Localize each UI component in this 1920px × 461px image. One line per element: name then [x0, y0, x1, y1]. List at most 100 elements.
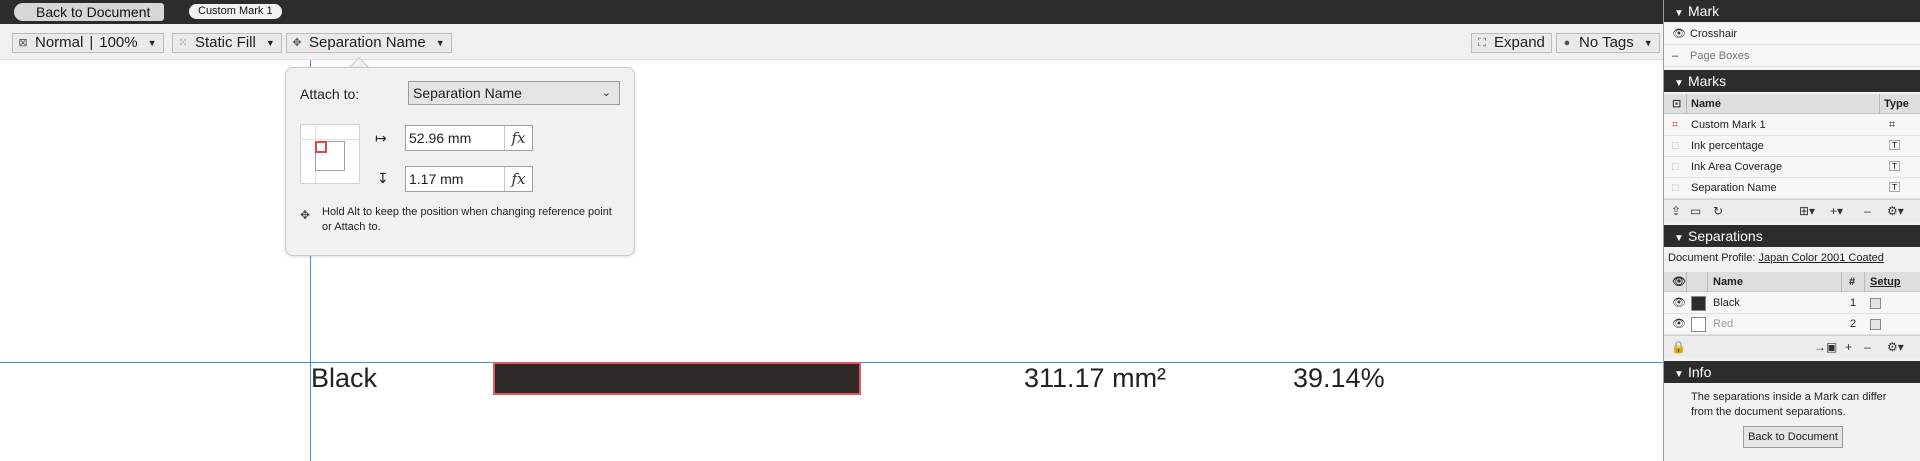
x-offset-value: 52.96 mm	[409, 130, 472, 146]
marks-toolbar: ⇪ ▭ ↻ ⊞▾ +▾ – ⚙▾	[1664, 199, 1920, 221]
hint-text: Hold Alt to keep the position when chang…	[322, 206, 612, 233]
separations-section-header[interactable]: ▼ Separations	[1664, 225, 1920, 247]
color-swatch	[1691, 317, 1706, 332]
chevron-down-icon: ▼	[265, 38, 275, 48]
select-all-icon[interactable]: ⊡	[1672, 94, 1681, 114]
mark-unselected-icon: □	[1672, 161, 1679, 173]
right-panel: ▼ Mark 👁 Crosshair – Page Boxes ▼ Marks ⊡ …	[1663, 0, 1920, 461]
mark-name: Separation Name	[1691, 182, 1777, 194]
fill-mode-dropdown[interactable]: ⁙ Static Fill ▼	[172, 33, 282, 53]
fill-mode-label: Static Fill	[195, 34, 256, 51]
column-divider	[1841, 272, 1842, 292]
separation-name: Red	[1713, 318, 1734, 330]
gear-icon[interactable]: ⚙▾	[1887, 200, 1904, 222]
ink-percentage-text[interactable]: 39.14%	[1293, 362, 1385, 395]
back-to-document-button[interactable]: Back to Document	[14, 3, 165, 21]
marks-name-column[interactable]: Name	[1691, 94, 1721, 114]
document-profile-link[interactable]: Japan Color 2001 Coated	[1759, 252, 1884, 264]
mark-selected-icon: ⌗	[1672, 119, 1679, 131]
gear-icon[interactable]: ⚙▾	[1887, 336, 1904, 358]
setup-checkbox[interactable]	[1870, 319, 1881, 330]
remove-icon[interactable]: –	[1864, 200, 1871, 222]
eye-icon[interactable]: 👁	[1672, 272, 1686, 292]
vertical-offset-icon: ↧	[377, 170, 389, 186]
eye-icon[interactable]: 👁	[1672, 314, 1686, 335]
mark-section-header[interactable]: ▼ Mark	[1664, 0, 1920, 22]
marks-row-ink-area-coverage[interactable]: □ Ink Area Coverage 🅃	[1664, 157, 1920, 178]
top-bar: Back to Document Custom Mark 1	[0, 0, 1663, 24]
sep-name-column[interactable]: Name	[1713, 272, 1743, 292]
expand-icon: ⛶	[1478, 37, 1486, 49]
add-mark-type-icon[interactable]: ⊞▾	[1799, 200, 1815, 222]
separations-header-label: Separations	[1688, 228, 1763, 244]
zoom-label: 100%	[99, 34, 138, 51]
info-back-to-document-button[interactable]: Back to Document	[1743, 426, 1843, 448]
refresh-icon[interactable]: ↻	[1713, 200, 1723, 222]
separation-number: 1	[1850, 297, 1857, 309]
marks-type-column[interactable]: Type	[1884, 94, 1909, 114]
move-icon: ✥	[300, 208, 311, 222]
attach-to-select[interactable]: Separation Name ⌄	[408, 81, 620, 105]
separation-name-text[interactable]: Black	[311, 362, 377, 395]
view-mode-icon: ⊠	[18, 37, 28, 49]
map-separation-icon[interactable]: →▣	[1814, 336, 1837, 358]
fx-icon[interactable]: fx	[504, 167, 532, 191]
eye-icon[interactable]: 👁	[1672, 24, 1686, 45]
mark-item-page-boxes[interactable]: – Page Boxes	[1664, 46, 1920, 67]
tags-dropdown[interactable]: ● No Tags ▼	[1556, 33, 1660, 53]
sep-setup-column[interactable]: Setup	[1870, 272, 1901, 292]
x-offset-field[interactable]: 52.96 mm fx	[405, 125, 533, 151]
document-profile: Document Profile: Japan Color 2001 Coate…	[1668, 252, 1884, 264]
marks-row-ink-percentage[interactable]: □ Ink percentage 🅃	[1664, 136, 1920, 157]
app-window: Back to Document Custom Mark 1 ⊠ Normal …	[0, 0, 1920, 461]
reference-point-handle[interactable]	[315, 141, 327, 153]
current-mark-pill[interactable]: Custom Mark 1	[189, 4, 282, 19]
separation-row-black[interactable]: 👁 Black 1	[1664, 293, 1920, 314]
mark-header-label: Mark	[1688, 3, 1720, 19]
collapse-icon: ▼	[1674, 8, 1684, 19]
move-icon: ✥	[292, 37, 302, 49]
import-icon[interactable]: ⇪	[1671, 200, 1681, 222]
eye-icon[interactable]: 👁	[1672, 293, 1686, 314]
marks-row-custom-mark[interactable]: ⌗ Custom Mark 1 ⌗	[1664, 115, 1920, 136]
minus-icon: –	[1672, 50, 1679, 62]
chevron-down-icon: ⌄	[601, 87, 611, 99]
ink-area-text[interactable]: 311.17 mm²	[1024, 362, 1166, 395]
view-mode-dropdown[interactable]: ⊠ Normal | 100% ▼	[12, 33, 164, 53]
mark-item-crosshair[interactable]: 👁 Crosshair	[1664, 24, 1920, 45]
sep-number-column[interactable]: #	[1849, 272, 1855, 292]
ink-coverage-bar[interactable]	[493, 362, 861, 395]
reference-point-selector[interactable]	[300, 124, 360, 184]
document-profile-label: Document Profile:	[1668, 252, 1756, 264]
column-divider	[1686, 272, 1687, 292]
lock-icon[interactable]: 🔒	[1671, 336, 1686, 358]
text-type-icon: 🅃	[1889, 140, 1900, 152]
setup-checkbox[interactable]	[1870, 298, 1881, 309]
collapse-icon: ▼	[1674, 78, 1684, 89]
ref-guide-h	[301, 139, 359, 140]
tags-label: No Tags	[1579, 34, 1634, 51]
mark-name: Ink Area Coverage	[1691, 161, 1783, 173]
attach-target-dropdown[interactable]: ✥ Separation Name ▼	[286, 33, 452, 53]
column-divider	[1879, 94, 1880, 114]
separation-row-red[interactable]: 👁 Red 2	[1664, 314, 1920, 335]
marks-row-separation-name[interactable]: □ Separation Name 🅃	[1664, 178, 1920, 199]
marks-section-header[interactable]: ▼ Marks	[1664, 70, 1920, 92]
chevron-down-icon: ▼	[147, 38, 157, 48]
column-divider	[1686, 94, 1687, 114]
column-divider	[1864, 272, 1865, 292]
chevron-down-icon: ▼	[1643, 38, 1653, 48]
add-icon[interactable]: +▾	[1830, 200, 1843, 222]
attach-to-label: Attach to:	[300, 86, 360, 102]
text-type-icon: 🅃	[1889, 182, 1900, 194]
toolbar: ⊠ Normal | 100% ▼ ⁙ Static Fill ▼ ✥ Sepa…	[0, 24, 1663, 60]
fx-icon[interactable]: fx	[504, 126, 532, 150]
view-mode-label: Normal	[35, 34, 84, 51]
attach-popup: Attach to: Separation Name ⌄ ↦ 52.96 mm …	[285, 67, 635, 256]
y-offset-field[interactable]: 1.17 mm fx	[405, 166, 533, 192]
library-icon[interactable]: ▭	[1690, 200, 1701, 222]
expand-button[interactable]: ⛶ Expand	[1471, 33, 1552, 53]
add-icon[interactable]: +	[1845, 336, 1852, 358]
info-section-header[interactable]: ▼ Info	[1664, 361, 1920, 383]
remove-icon[interactable]: –	[1864, 336, 1871, 358]
